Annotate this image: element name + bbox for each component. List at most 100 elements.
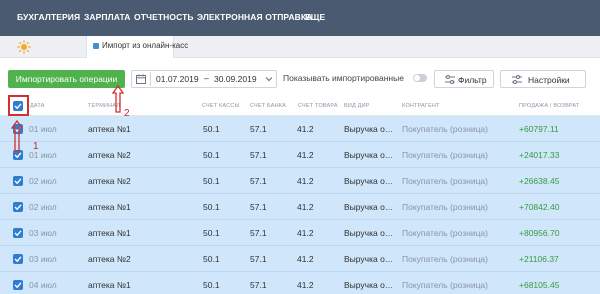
cell-goods-account: 41.2 bbox=[297, 280, 314, 290]
cell-goods-account: 41.2 bbox=[297, 202, 314, 212]
cell-cash-account: 50.1 bbox=[203, 280, 220, 290]
cell-cash-account: 50.1 bbox=[203, 228, 220, 238]
sun-icon[interactable] bbox=[17, 40, 31, 54]
table-row[interactable]: 03 июл аптека №1 50.1 57.1 41.2 Выручка о… Пок… bbox=[0, 220, 600, 246]
date-separator bbox=[150, 72, 151, 86]
cell-amount: +68105.45 bbox=[519, 280, 560, 290]
cell-cash-account: 50.1 bbox=[203, 124, 220, 134]
annotation-arrow-2 bbox=[112, 84, 124, 113]
table-row[interactable]: 02 июл аптека №1 50.1 57.1 41.2 Выручка о… Пок… bbox=[0, 194, 600, 220]
cell-terminal: аптека №2 bbox=[88, 176, 131, 186]
nav-item-accounting[interactable]: БУХГАЛТЕРИЯ bbox=[17, 12, 80, 22]
sliders-icon bbox=[445, 75, 455, 84]
header-activity-kind[interactable]: ВИД ДИР bbox=[344, 103, 370, 109]
cell-date: 03 июл bbox=[29, 228, 57, 238]
cell-terminal: аптека №1 bbox=[88, 280, 131, 290]
tab-color-mark bbox=[93, 43, 99, 49]
show-imported-label: Показывать импортированные bbox=[283, 73, 404, 83]
settings-label: Настройки bbox=[528, 75, 570, 85]
date-from-field[interactable]: 01.07.2019 bbox=[156, 74, 199, 84]
tab-bar: Импорт из онлайн-касс bbox=[0, 36, 600, 58]
annotation-number-1: 1 bbox=[33, 141, 39, 152]
show-imported-toggle[interactable] bbox=[413, 74, 427, 82]
cell-terminal: аптека №1 bbox=[88, 228, 131, 238]
table-row[interactable]: 01 июл аптека №1 50.1 57.1 41.2 Выручка о… Пок… bbox=[0, 116, 600, 142]
table-row[interactable]: 02 июл аптека №2 50.1 57.1 41.2 Выручка о… Пок… bbox=[0, 168, 600, 194]
date-range-picker[interactable]: 01.07.2019 – 30.09.2019 bbox=[131, 70, 277, 88]
header-goods-account[interactable]: СЧЕТ ТОВАРА bbox=[298, 103, 338, 109]
nav-item-salary[interactable]: ЗАРПЛАТА bbox=[84, 12, 131, 22]
cell-bank-account: 57.1 bbox=[250, 202, 267, 212]
nav-item-more[interactable]: ЕЩЕ bbox=[305, 12, 325, 22]
toggle-knob bbox=[414, 75, 420, 81]
cell-goods-account: 41.2 bbox=[297, 254, 314, 264]
table-row[interactable]: 01 июл аптека №2 50.1 57.1 41.2 Выручка о… Пок… bbox=[0, 142, 600, 168]
cell-bank-account: 57.1 bbox=[250, 254, 267, 264]
row-checkbox[interactable] bbox=[13, 228, 23, 238]
sliders-icon bbox=[512, 75, 522, 84]
cell-cash-account: 50.1 bbox=[203, 254, 220, 264]
cell-terminal: аптека №2 bbox=[88, 150, 131, 160]
cell-amount: +24017.33 bbox=[519, 150, 560, 160]
nav-item-reports[interactable]: ОТЧЕТНОСТЬ bbox=[134, 12, 194, 22]
cell-bank-account: 57.1 bbox=[250, 124, 267, 134]
cell-date: 02 июл bbox=[29, 202, 57, 212]
cell-bank-account: 57.1 bbox=[250, 176, 267, 186]
cell-amount: +60797.11 bbox=[519, 124, 559, 134]
calendar-icon[interactable] bbox=[136, 74, 146, 84]
cell-date: 01 июл bbox=[29, 124, 57, 134]
top-nav: БУХГАЛТЕРИЯ ЗАРПЛАТА ОТЧЕТНОСТЬ ЭЛЕКТРОН… bbox=[0, 0, 600, 36]
settings-button[interactable]: Настройки bbox=[500, 70, 586, 88]
cell-contractor: Покупатель (розница) bbox=[402, 202, 488, 212]
cell-amount: +70842.40 bbox=[519, 202, 560, 212]
cell-activity-kind: Выручка о… bbox=[344, 176, 394, 186]
header-cash-account[interactable]: СЧЕТ КАССЫ bbox=[202, 103, 240, 109]
cell-date: 02 июл bbox=[29, 176, 57, 186]
cell-bank-account: 57.1 bbox=[250, 150, 267, 160]
check-icon bbox=[14, 230, 22, 237]
cell-goods-account: 41.2 bbox=[297, 124, 314, 134]
cell-amount: +26638.45 bbox=[519, 176, 560, 186]
header-date[interactable]: ДАТА bbox=[30, 103, 45, 109]
chevron-down-icon[interactable] bbox=[265, 75, 273, 83]
annotation-arrow-1 bbox=[11, 119, 23, 152]
row-checkbox[interactable] bbox=[13, 280, 23, 290]
cell-goods-account: 41.2 bbox=[297, 176, 314, 186]
cell-terminal: аптека №1 bbox=[88, 124, 131, 134]
cell-bank-account: 57.1 bbox=[250, 280, 267, 290]
check-icon bbox=[14, 178, 22, 185]
cell-date: 04 июл bbox=[29, 280, 57, 290]
cell-activity-kind: Выручка о… bbox=[344, 124, 394, 134]
cell-date: 03 июл bbox=[29, 254, 57, 264]
import-operations-button[interactable]: Импортировать операции bbox=[8, 70, 125, 88]
annotation-highlight-box bbox=[8, 95, 29, 116]
cell-cash-account: 50.1 bbox=[203, 176, 220, 186]
cell-cash-account: 50.1 bbox=[203, 202, 220, 212]
cell-activity-kind: Выручка о… bbox=[344, 254, 394, 264]
cell-cash-account: 50.1 bbox=[203, 150, 220, 160]
row-checkbox[interactable] bbox=[13, 176, 23, 186]
row-checkbox[interactable] bbox=[13, 202, 23, 212]
table-header: ДАТА ТЕРМИНАЛ СЧЕТ КАССЫ СЧЕТ БАНКА СЧЕТ… bbox=[0, 96, 600, 116]
date-to-field[interactable]: 30.09.2019 bbox=[214, 74, 257, 84]
table-row[interactable]: 04 июл аптека №1 50.1 57.1 41.2 Выручка о… Пок… bbox=[0, 272, 600, 294]
header-sale-return[interactable]: ПРОДАЖА / ВОЗВРАТ bbox=[519, 103, 579, 109]
header-bank-account[interactable]: СЧЕТ БАНКА bbox=[250, 103, 286, 109]
cell-bank-account: 57.1 bbox=[250, 228, 267, 238]
header-contractor[interactable]: КОНТРАГЕНТ bbox=[402, 103, 440, 109]
date-dash: – bbox=[204, 73, 209, 83]
cell-terminal: аптека №1 bbox=[88, 202, 131, 212]
tab-label: Импорт из онлайн-касс bbox=[102, 41, 189, 50]
cell-activity-kind: Выручка о… bbox=[344, 202, 394, 212]
check-icon bbox=[14, 256, 22, 263]
cell-contractor: Покупатель (розница) bbox=[402, 254, 488, 264]
nav-item-e-sending[interactable]: ЭЛЕКТРОННАЯ ОТПРАВКА bbox=[197, 12, 312, 22]
cell-activity-kind: Выручка о… bbox=[344, 150, 394, 160]
filter-label: Фильтр bbox=[458, 75, 487, 85]
tab-online-cash-import[interactable]: Импорт из онлайн-касс bbox=[86, 36, 188, 58]
cell-amount: +21106.37 bbox=[519, 254, 559, 264]
cell-terminal: аптека №2 bbox=[88, 254, 131, 264]
row-checkbox[interactable] bbox=[13, 254, 23, 264]
table-row[interactable]: 03 июл аптека №2 50.1 57.1 41.2 Выручка о… Пок… bbox=[0, 246, 600, 272]
filter-button[interactable]: Фильтр bbox=[434, 70, 494, 88]
